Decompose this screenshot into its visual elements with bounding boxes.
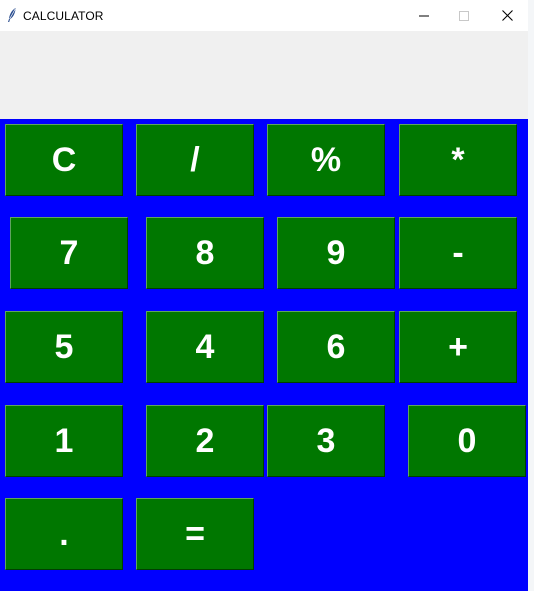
desktop-background <box>528 0 534 591</box>
maximize-icon <box>459 10 469 21</box>
minus-button[interactable]: - <box>399 217 517 289</box>
minimize-icon <box>419 15 429 16</box>
three-button[interactable]: 3 <box>267 405 385 477</box>
title-bar[interactable]: CALCULATOR <box>0 0 528 32</box>
decimal-button[interactable]: . <box>5 498 123 570</box>
plus-button[interactable]: + <box>399 311 517 383</box>
close-icon <box>501 10 513 21</box>
minimize-button[interactable] <box>403 0 445 31</box>
feather-icon <box>8 8 16 22</box>
percent-button[interactable]: % <box>267 124 385 196</box>
window-title: CALCULATOR <box>23 9 104 23</box>
two-button[interactable]: 2 <box>146 405 264 477</box>
maximize-button[interactable] <box>443 0 485 31</box>
multiply-button[interactable]: * <box>399 124 517 196</box>
clear-button[interactable]: C <box>5 124 123 196</box>
calculator-window: CALCULATOR C / % * 7 8 9 - 5 4 6 + 1 2 3… <box>0 0 528 591</box>
equals-button[interactable]: = <box>136 498 254 570</box>
six-button[interactable]: 6 <box>277 311 395 383</box>
divide-button[interactable]: / <box>136 124 254 196</box>
close-button[interactable] <box>486 0 528 31</box>
one-button[interactable]: 1 <box>5 405 123 477</box>
nine-button[interactable]: 9 <box>277 217 395 289</box>
eight-button[interactable]: 8 <box>146 217 264 289</box>
five-button[interactable]: 5 <box>5 311 123 383</box>
seven-button[interactable]: 7 <box>10 217 128 289</box>
calculator-display[interactable] <box>0 31 528 119</box>
four-button[interactable]: 4 <box>146 311 264 383</box>
zero-button[interactable]: 0 <box>408 405 526 477</box>
